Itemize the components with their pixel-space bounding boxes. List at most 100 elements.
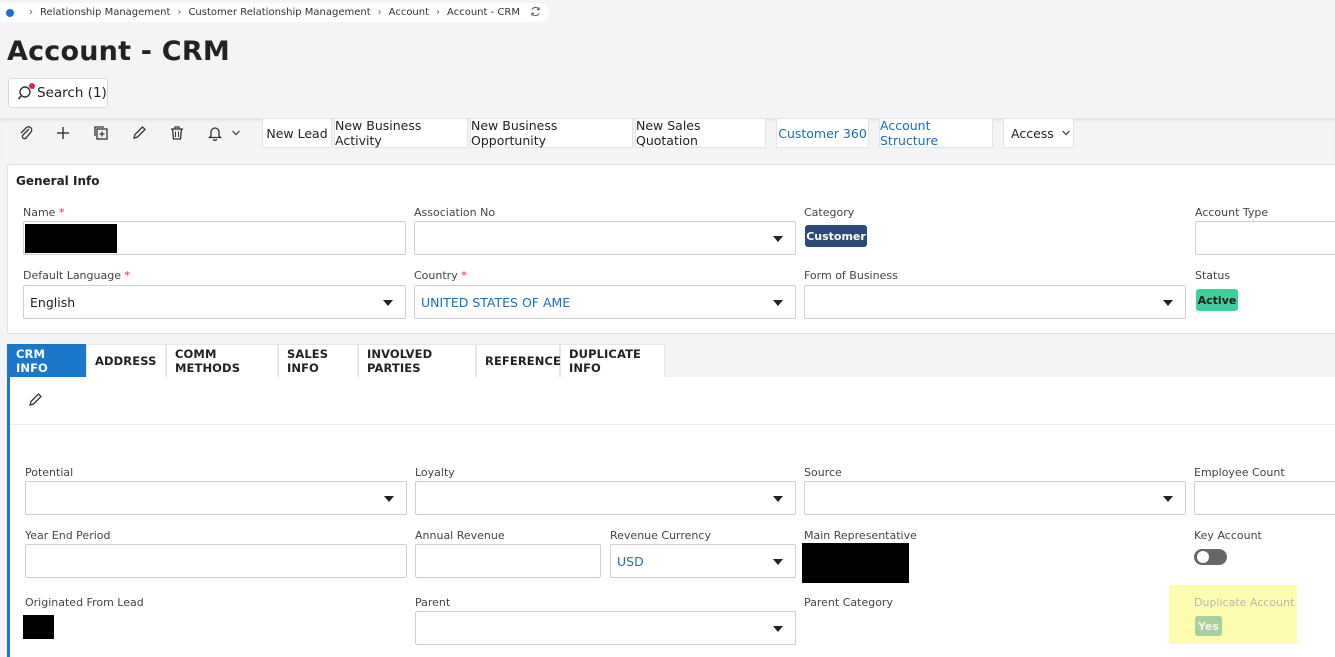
status-badge: Active xyxy=(1196,289,1238,311)
loyalty-label: Loyalty xyxy=(415,466,455,479)
chevron-down-icon xyxy=(1061,128,1071,138)
country-select[interactable]: UNITED STATES OF AME xyxy=(414,285,796,319)
dropdown-arrow-icon xyxy=(383,300,393,306)
duplicate-account-badge: Yes xyxy=(1195,616,1222,636)
pencil-icon[interactable] xyxy=(129,124,149,142)
paperclip-icon[interactable] xyxy=(16,124,36,142)
tab-address[interactable]: ADDRESS xyxy=(86,344,166,377)
parent-select[interactable] xyxy=(415,611,796,645)
new-lead-button[interactable]: New Lead xyxy=(262,118,332,148)
chevron-right-icon: › xyxy=(436,7,441,18)
required-mark: * xyxy=(58,206,65,219)
search-label: Search (1) xyxy=(37,85,107,101)
search-icon xyxy=(18,83,35,101)
revenue-currency-value: USD xyxy=(617,553,644,569)
tab-duplicate-info[interactable]: DUPLICATE INFO xyxy=(560,344,665,377)
breadcrumb-item: Account - CRM xyxy=(447,7,520,18)
annual-revenue-label: Annual Revenue xyxy=(415,529,505,542)
tab-references[interactable]: REFERENCES xyxy=(476,344,569,377)
breadcrumb: › Relationship Management › Customer Rel… xyxy=(0,3,549,22)
duplicate-icon[interactable] xyxy=(91,124,111,142)
tab-crm-info[interactable]: CRM INFO xyxy=(7,344,86,377)
main-representative-label: Main Representative xyxy=(804,529,917,542)
new-sales-quotation-button[interactable]: New Sales Quotation xyxy=(635,118,766,148)
annual-revenue-input[interactable] xyxy=(415,544,601,578)
default-language-select[interactable]: English xyxy=(23,285,406,319)
status-label: Status xyxy=(1195,269,1231,282)
default-language-label-text: Default Language xyxy=(23,269,121,282)
potential-label: Potential xyxy=(25,466,74,479)
account-type-label: Account Type xyxy=(1195,206,1269,219)
chevron-down-icon[interactable] xyxy=(228,124,244,142)
plus-icon[interactable] xyxy=(53,124,73,142)
customer-360-button[interactable]: Customer 360 xyxy=(776,118,869,148)
required-mark: * xyxy=(461,269,467,282)
notification-dot xyxy=(29,83,35,89)
key-account-toggle[interactable] xyxy=(1194,549,1227,565)
country-label: Country * xyxy=(414,269,467,282)
breadcrumb-item[interactable]: Customer Relationship Management xyxy=(188,7,370,18)
account-type-input[interactable] xyxy=(1195,221,1335,255)
source-select[interactable] xyxy=(804,481,1186,515)
revenue-currency-label: Revenue Currency xyxy=(610,529,711,542)
breadcrumb-item[interactable]: Account xyxy=(389,7,429,18)
default-language-value: English xyxy=(30,294,76,310)
chevron-right-icon: › xyxy=(29,7,33,18)
tab-sales-info[interactable]: SALES INFO xyxy=(278,344,358,377)
dropdown-arrow-icon xyxy=(773,300,783,306)
access-label: Access xyxy=(1011,125,1054,141)
source-label: Source xyxy=(804,466,842,479)
dropdown-arrow-icon xyxy=(773,236,783,242)
parent-label: Parent xyxy=(415,596,451,609)
trash-icon[interactable] xyxy=(167,124,187,142)
account-structure-button[interactable]: Account Structure xyxy=(879,118,993,148)
breadcrumb-item[interactable]: Relationship Management xyxy=(40,7,170,18)
chevron-right-icon: › xyxy=(377,7,382,18)
loyalty-select[interactable] xyxy=(415,481,796,515)
dropdown-arrow-icon xyxy=(1163,300,1173,306)
duplicate-account-highlight xyxy=(1169,585,1297,644)
name-label-text: Name xyxy=(23,206,56,219)
divider xyxy=(10,424,1335,425)
category-label: Category xyxy=(804,206,855,219)
access-button[interactable]: Access xyxy=(1003,118,1074,148)
new-business-activity-button[interactable]: New Business Activity xyxy=(334,118,468,148)
tab-involved-parties[interactable]: INVOLVED PARTIES xyxy=(358,344,476,377)
refresh-icon[interactable] xyxy=(530,6,541,20)
employee-count-label: Employee Count xyxy=(1194,466,1285,479)
association-no-label: Association No xyxy=(414,206,496,219)
page-title: Account - CRM xyxy=(7,36,230,67)
year-end-period-label: Year End Period xyxy=(25,529,111,542)
form-of-business-select[interactable] xyxy=(804,285,1186,319)
name-label: Name * xyxy=(23,206,64,219)
pencil-icon[interactable] xyxy=(25,391,45,409)
revenue-currency-select[interactable]: USD xyxy=(610,544,796,578)
redacted-name xyxy=(25,224,117,253)
home-icon[interactable] xyxy=(6,8,14,17)
default-language-label: Default Language * xyxy=(23,269,130,282)
originated-from-lead-label: Originated From Lead xyxy=(25,596,144,609)
dropdown-arrow-icon xyxy=(773,626,783,632)
dropdown-arrow-icon xyxy=(1163,496,1173,502)
duplicate-account-label: Duplicate Account xyxy=(1194,596,1295,609)
general-info-title: General Info xyxy=(16,174,100,188)
potential-select[interactable] xyxy=(25,481,407,515)
country-label-text: Country xyxy=(414,269,458,282)
tab-bar: CRM INFO ADDRESS COMM METHODS SALES INFO… xyxy=(7,344,665,377)
redacted-main-representative xyxy=(802,543,909,583)
tab-comm-methods[interactable]: COMM METHODS xyxy=(166,344,278,377)
search-button[interactable]: Search (1) xyxy=(8,78,108,108)
redacted-originated-from-lead xyxy=(23,615,54,639)
bell-icon[interactable] xyxy=(205,124,225,142)
employee-count-input[interactable] xyxy=(1194,481,1335,515)
dropdown-arrow-icon xyxy=(384,496,394,502)
dropdown-arrow-icon xyxy=(773,559,783,565)
association-no-select[interactable] xyxy=(414,221,796,255)
country-value: UNITED STATES OF AME xyxy=(421,294,571,310)
form-of-business-label: Form of Business xyxy=(804,269,898,282)
year-end-period-input[interactable] xyxy=(25,544,407,578)
new-business-opportunity-button[interactable]: New Business Opportunity xyxy=(470,118,633,148)
chevron-right-icon: › xyxy=(177,7,182,18)
required-mark: * xyxy=(124,269,130,282)
parent-category-label: Parent Category xyxy=(804,596,893,609)
